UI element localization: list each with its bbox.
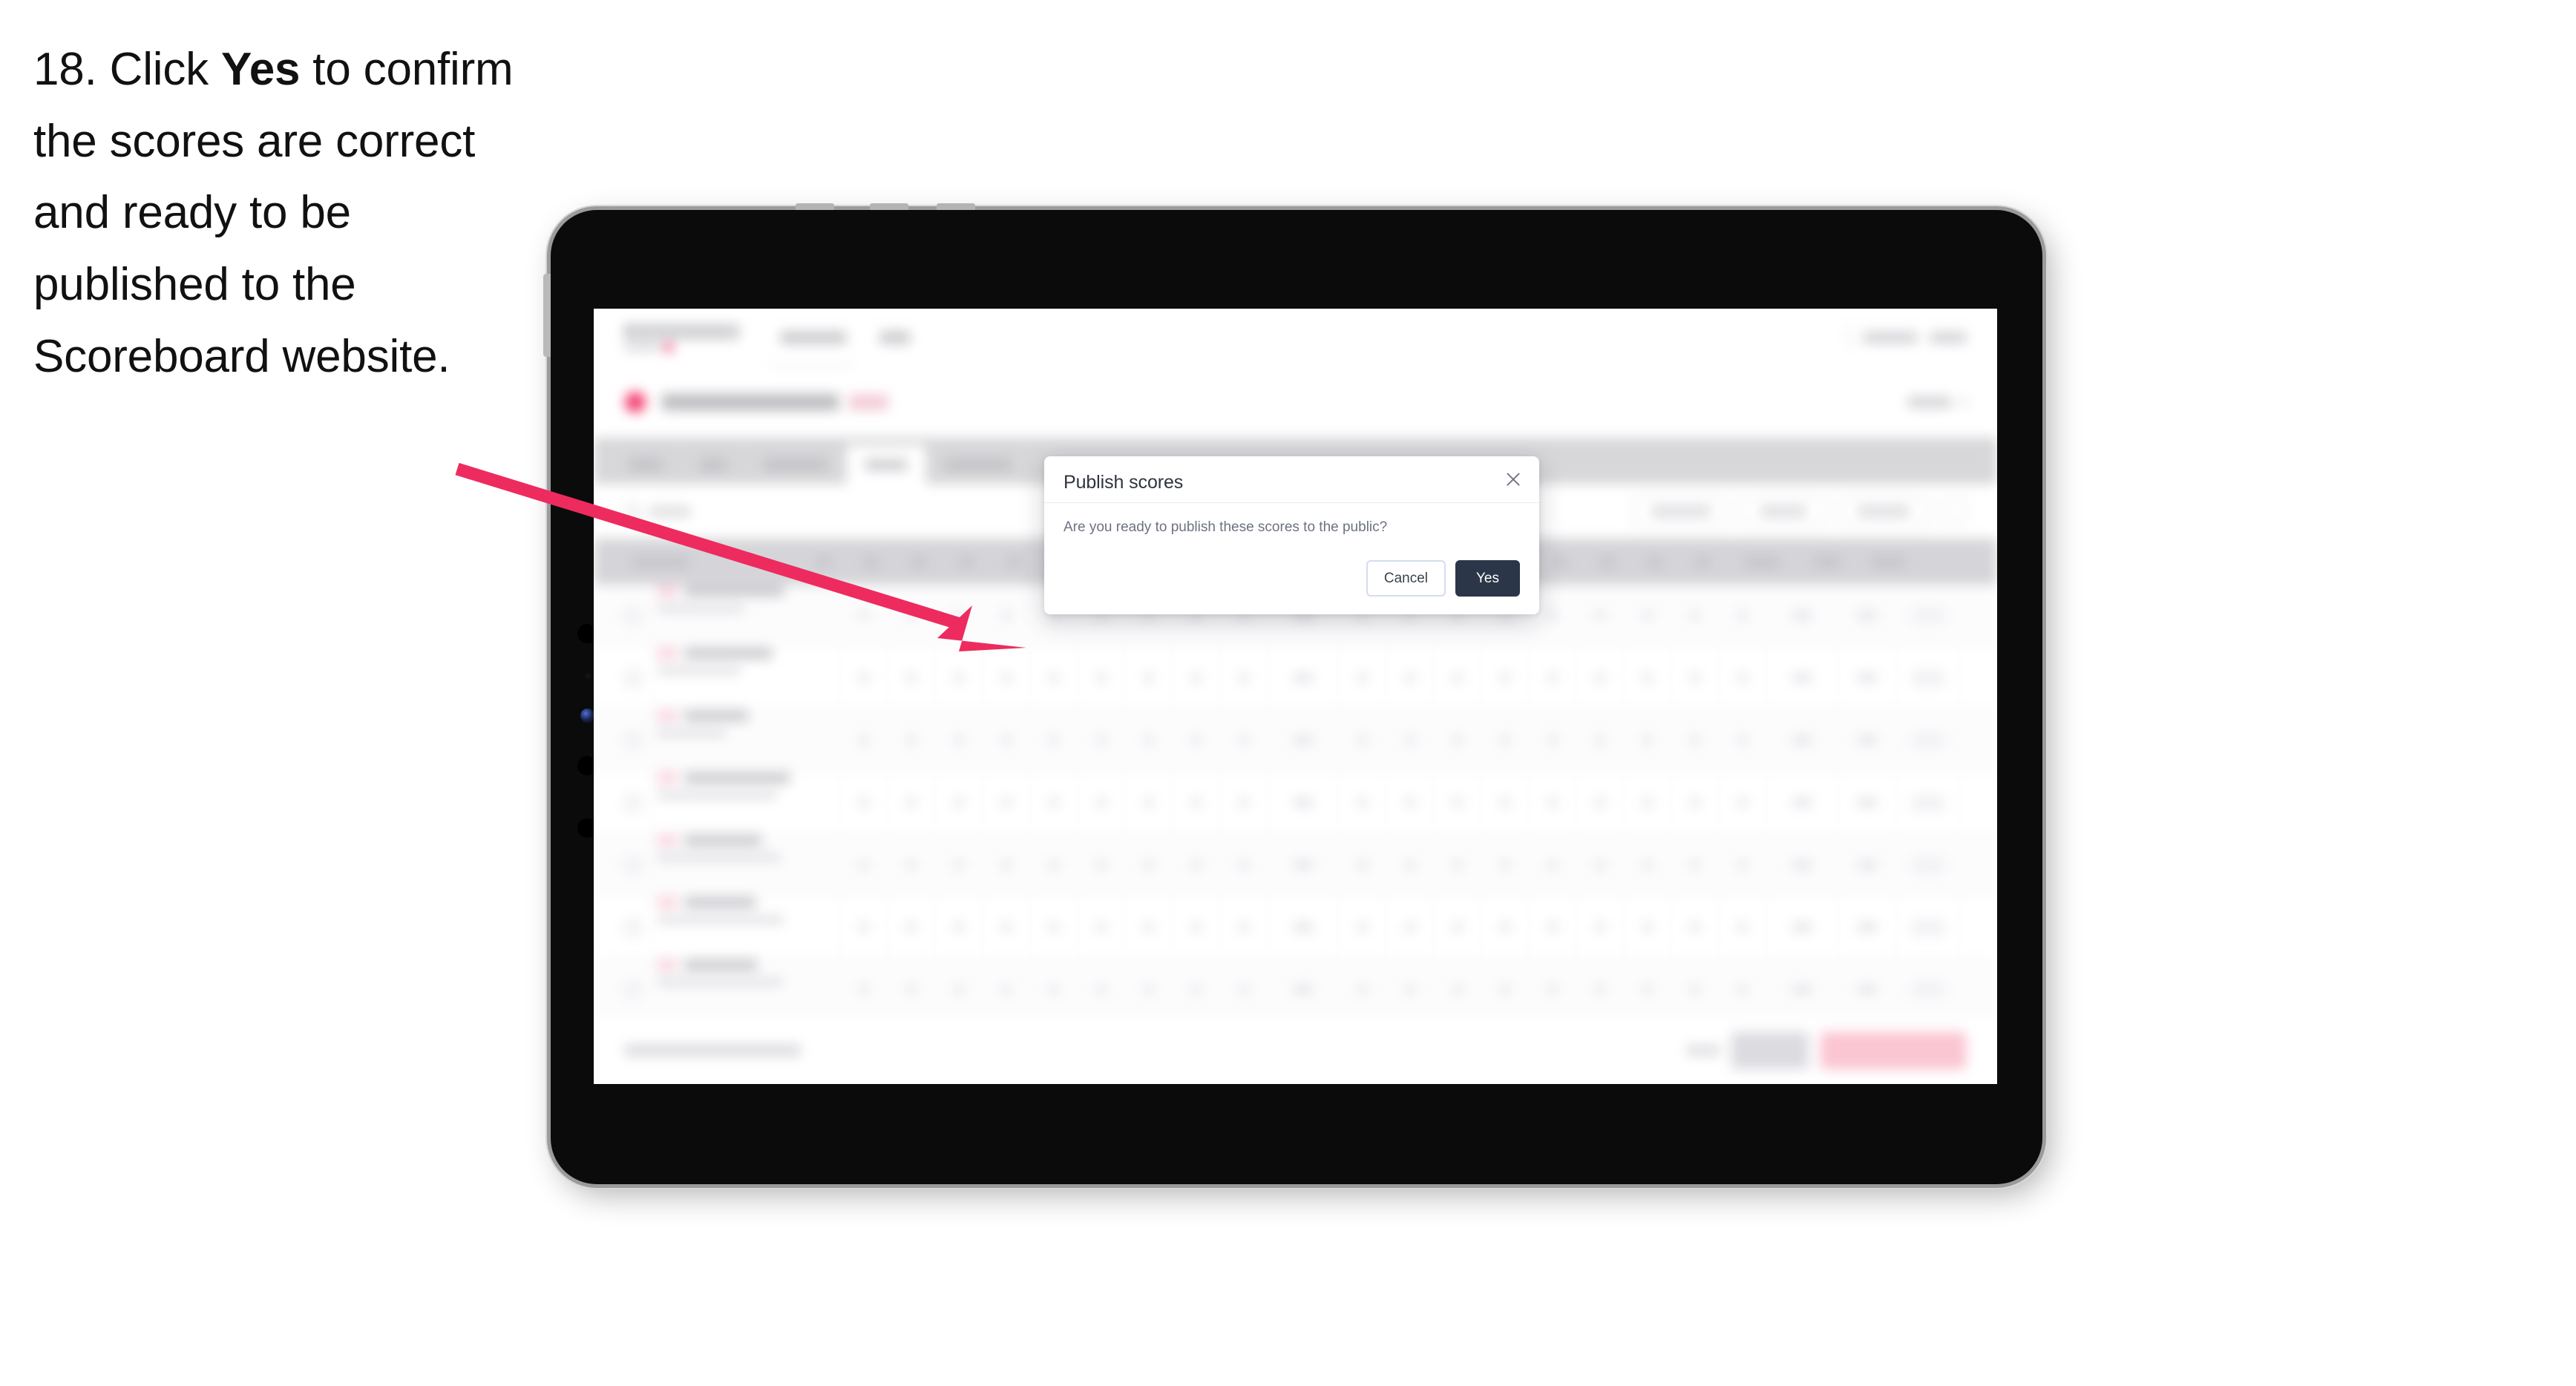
dialog-header: Publish scores (1044, 456, 1539, 503)
tablet-screen: Publish scores Are you ready to publish … (594, 309, 1997, 1084)
close-x-icon[interactable] (1504, 470, 1523, 489)
dialog-actions: Cancel Yes (1044, 560, 1539, 614)
device-top-nub-2 (870, 203, 908, 210)
cancel-button[interactable]: Cancel (1366, 560, 1446, 597)
device-power-button[interactable] (543, 274, 551, 357)
instruction-text-before: Click (109, 44, 221, 95)
instruction-emphasis-yes: Yes (220, 44, 301, 95)
instruction-caption: 18. Click Yes to confirm the scores are … (33, 34, 553, 393)
modal-scrim[interactable] (594, 309, 1997, 1084)
instruction-step-number: 18. (33, 44, 97, 95)
tablet-device-frame: Publish scores Are you ready to publish … (543, 203, 2042, 1184)
device-top-nub-1 (796, 203, 834, 210)
device-sensor-icon (585, 673, 591, 679)
yes-confirm-button[interactable]: Yes (1455, 560, 1520, 597)
device-lens-icon (580, 709, 594, 723)
publish-scores-dialog: Publish scores Are you ready to publish … (1044, 456, 1539, 614)
dialog-body: Are you ready to publish these scores to… (1044, 503, 1539, 536)
device-top-nub-3 (937, 203, 975, 210)
dialog-message: Are you ready to publish these scores to… (1063, 519, 1388, 535)
screenshot-canvas: 18. Click Yes to confirm the scores are … (0, 0, 2576, 1386)
dialog-title: Publish scores (1063, 472, 1184, 493)
